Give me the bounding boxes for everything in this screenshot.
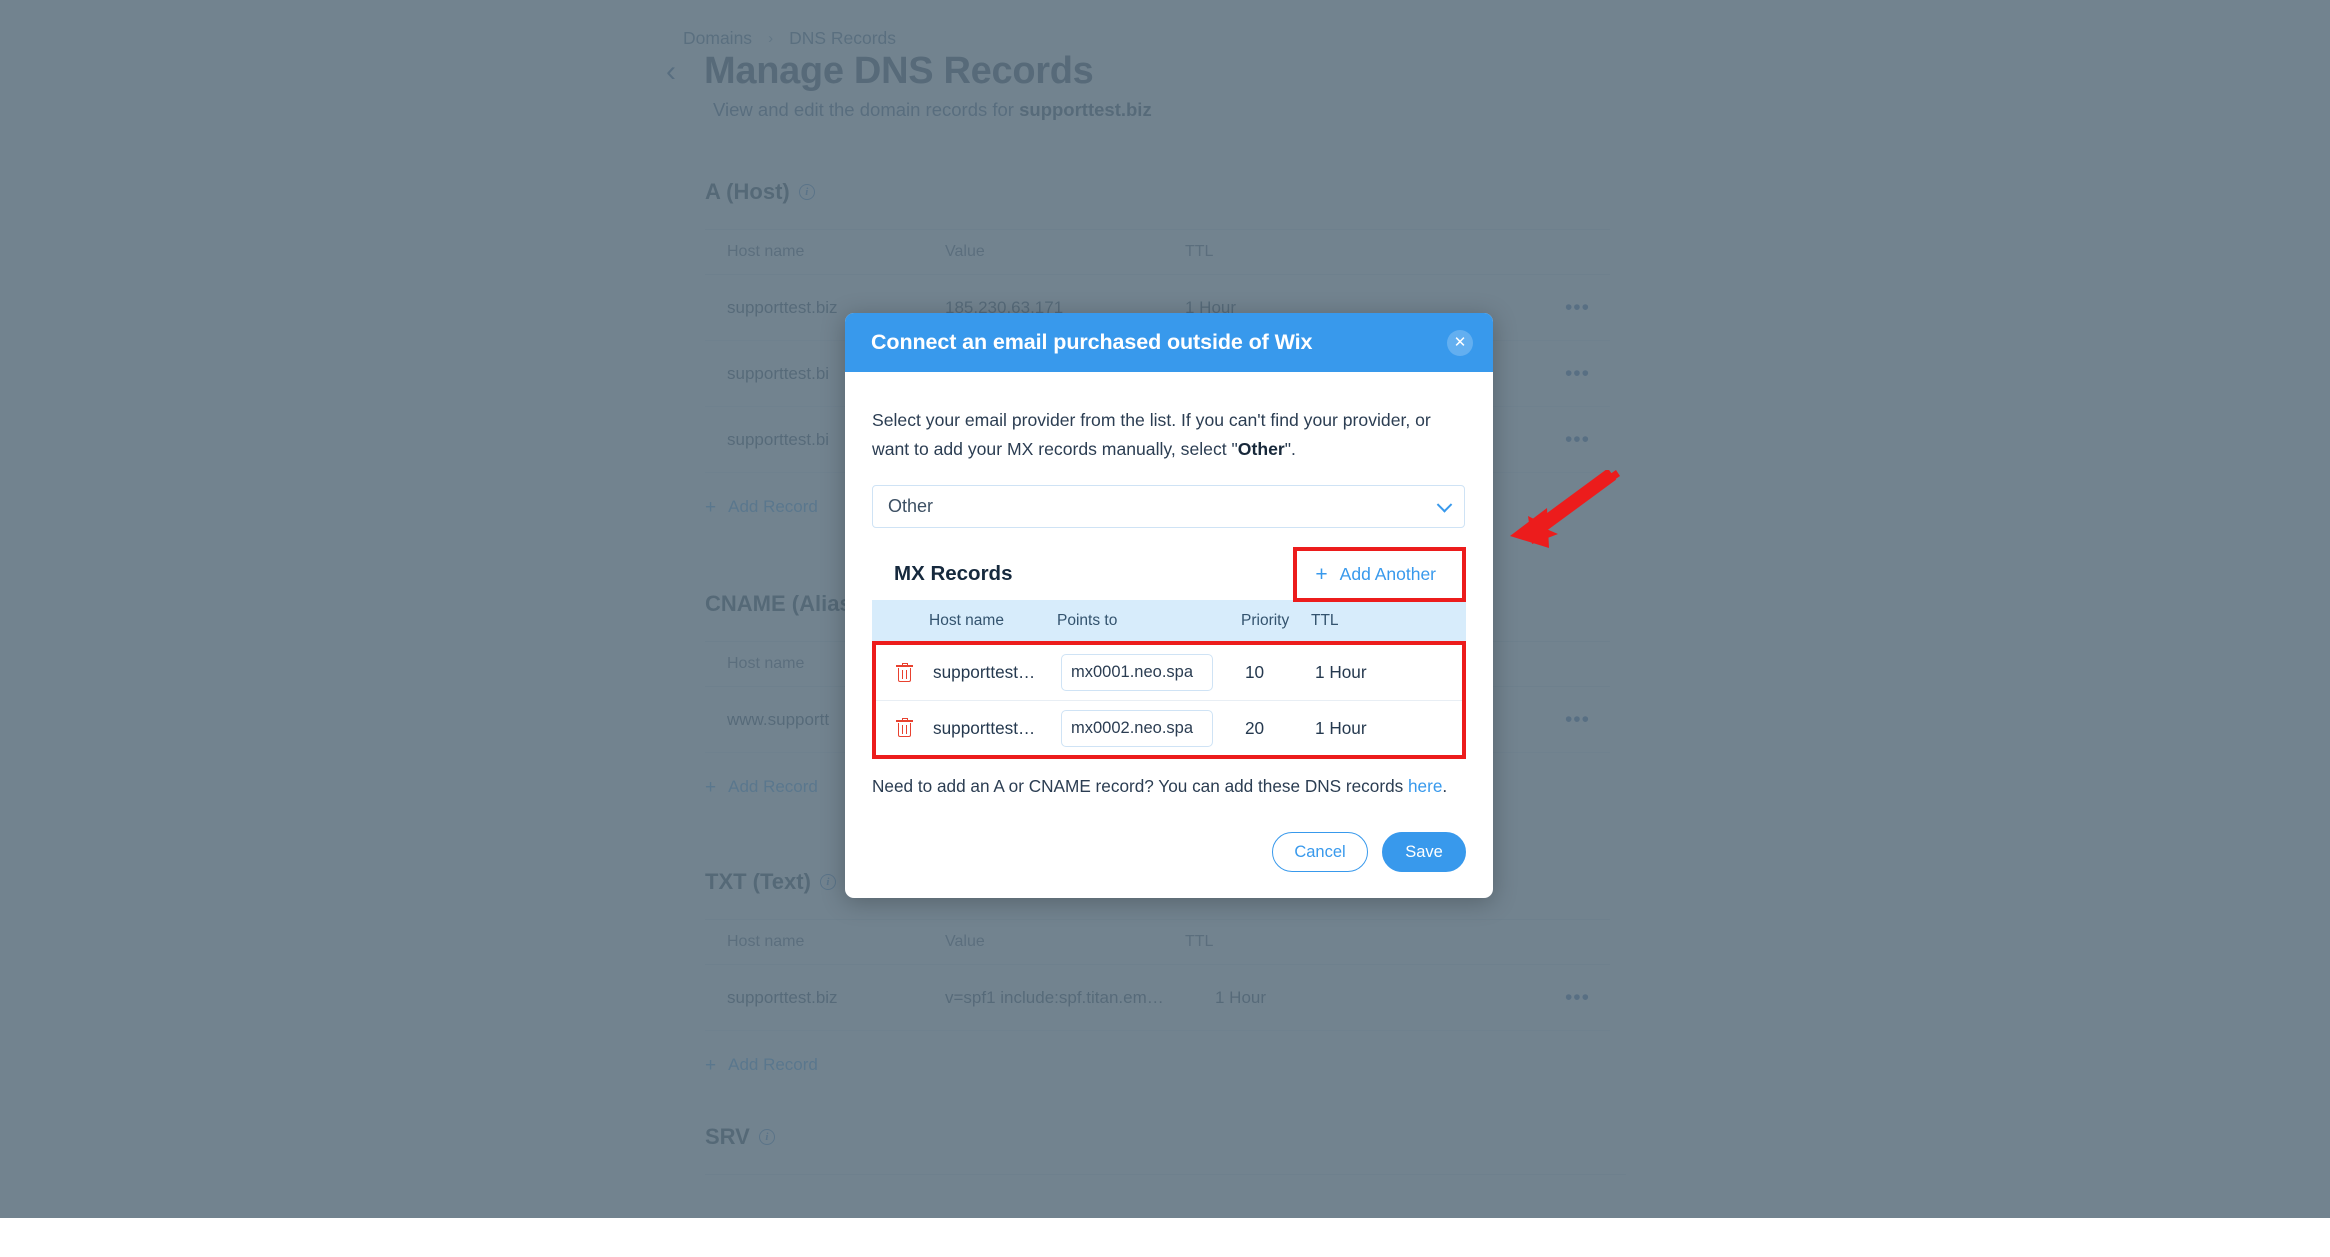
modal-body: Select your email provider from the list… bbox=[845, 372, 1493, 797]
dns-records-footnote: Need to add an A or CNAME record? You ca… bbox=[872, 776, 1466, 797]
delete-record-button[interactable] bbox=[876, 662, 933, 683]
connect-email-modal: Connect an email purchased outside of Wi… bbox=[845, 313, 1493, 898]
column-header-host-name: Host name bbox=[929, 611, 1004, 629]
modal-intro-text: Select your email provider from the list… bbox=[872, 406, 1462, 463]
mx-table-header-row: Host name Points to Priority TTL bbox=[872, 600, 1466, 641]
footnote-text: Need to add an A or CNAME record? You ca… bbox=[872, 776, 1408, 796]
modal-header: Connect an email purchased outside of Wi… bbox=[845, 313, 1493, 372]
modal-footer-actions: Cancel Save bbox=[845, 797, 1493, 898]
email-provider-select[interactable]: Other bbox=[872, 485, 1465, 528]
mx-records-table: Host name Points to Priority TTL support… bbox=[872, 600, 1466, 759]
trash-icon bbox=[896, 718, 913, 738]
email-provider-selected-value: Other bbox=[888, 496, 934, 516]
mx-records-header: MX Records + Add Another bbox=[872, 546, 1466, 602]
cell-ttl: 1 Hour bbox=[1315, 662, 1367, 682]
points-to-field-wrapper: mx0002.neo.spa bbox=[1061, 709, 1245, 747]
plus-icon: + bbox=[1315, 562, 1328, 586]
mx-records-heading: MX Records bbox=[894, 562, 1013, 585]
save-button[interactable]: Save bbox=[1382, 832, 1466, 872]
delete-record-button[interactable] bbox=[876, 718, 933, 738]
intro-text-part1: Select your email provider from the list… bbox=[872, 410, 1431, 459]
column-header-ttl: TTL bbox=[1311, 611, 1339, 629]
column-header-points-to: Points to bbox=[1057, 611, 1118, 629]
cell-ttl: 1 Hour bbox=[1315, 717, 1367, 738]
intro-text-part2: ". bbox=[1284, 438, 1296, 459]
footnote-suffix: . bbox=[1442, 776, 1448, 796]
points-to-field-wrapper: mx0001.neo.spa bbox=[1061, 654, 1245, 691]
table-row[interactable]: supporttest… mx0001.neo.spa 10 1 Hour bbox=[876, 645, 1462, 700]
cell-host-name: supporttest… bbox=[933, 717, 1036, 738]
mx-rows-highlight: supporttest… mx0001.neo.spa 10 1 Hour su bbox=[872, 641, 1466, 759]
cell-host-name: supporttest… bbox=[933, 662, 1036, 682]
add-another-label: Add Another bbox=[1339, 563, 1436, 584]
points-to-input[interactable]: mx0001.neo.spa bbox=[1061, 654, 1213, 691]
cell-priority: 10 bbox=[1245, 662, 1265, 682]
add-another-button[interactable]: + Add Another bbox=[1297, 551, 1462, 598]
chevron-down-icon bbox=[1436, 496, 1453, 513]
add-another-highlight: + Add Another bbox=[1293, 546, 1466, 602]
cancel-button[interactable]: Cancel bbox=[1272, 832, 1368, 872]
close-icon[interactable]: ✕ bbox=[1447, 329, 1473, 356]
trash-icon bbox=[896, 662, 913, 683]
intro-text-bold: Other bbox=[1237, 438, 1285, 459]
points-to-input[interactable]: mx0002.neo.spa bbox=[1061, 709, 1213, 747]
cell-priority: 20 bbox=[1245, 717, 1265, 738]
column-header-priority: Priority bbox=[1241, 611, 1290, 629]
modal-title: Connect an email purchased outside of Wi… bbox=[871, 330, 1313, 354]
here-link[interactable]: here bbox=[1408, 776, 1442, 796]
table-row[interactable]: supporttest… mx0002.neo.spa 20 1 Hour bbox=[876, 700, 1462, 755]
